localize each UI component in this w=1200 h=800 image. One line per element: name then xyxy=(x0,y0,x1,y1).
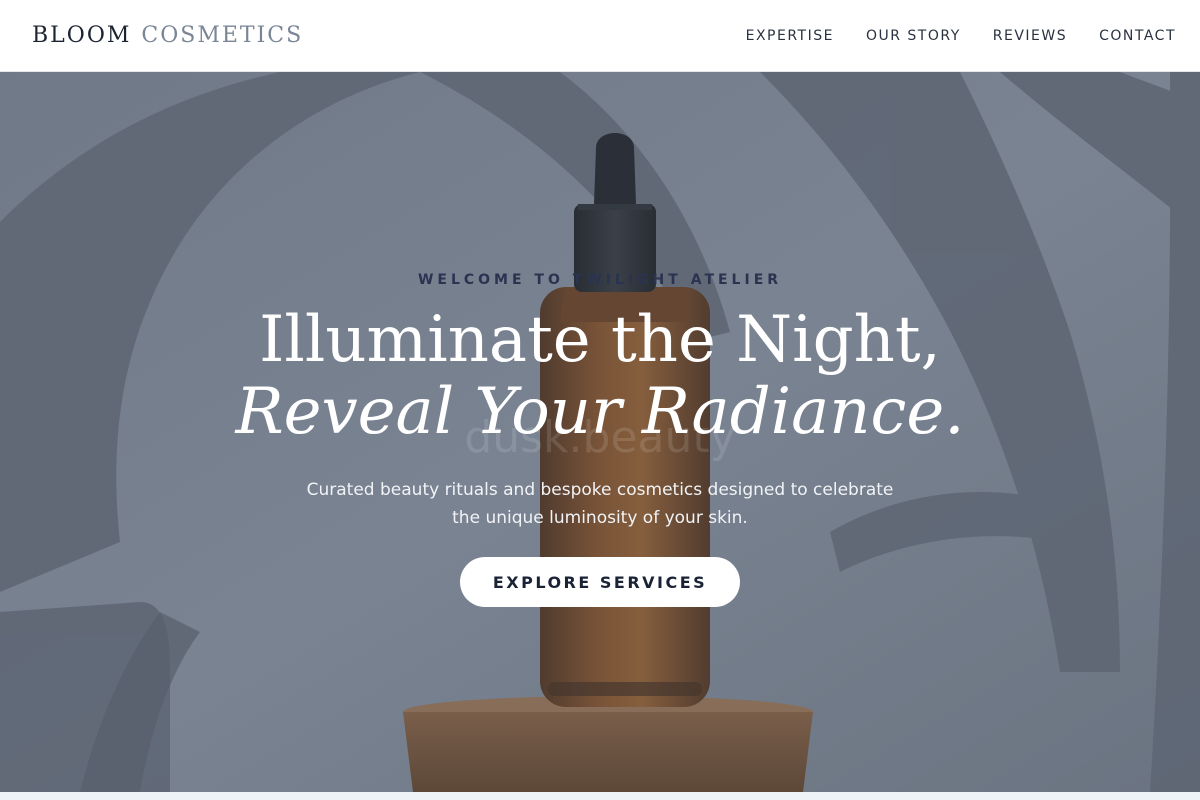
nav-link-reviews[interactable]: REVIEWS xyxy=(993,28,1067,44)
site-header: BLOOM COSMETICS EXPERTISE OUR STORY REVI… xyxy=(0,0,1200,72)
logo-word-primary: BLOOM xyxy=(32,23,132,48)
headline-line-1: Illuminate the Night, xyxy=(259,303,941,377)
nav-link-expertise[interactable]: EXPERTISE xyxy=(746,28,834,44)
explore-services-button[interactable]: EXPLORE SERVICES xyxy=(460,557,740,607)
nav-link-our-story[interactable]: OUR STORY xyxy=(866,28,961,44)
page-bottom-edge xyxy=(0,792,1200,800)
main-nav: EXPERTISE OUR STORY REVIEWS CONTACT xyxy=(746,28,1176,44)
logo-word-secondary: COSMETICS xyxy=(141,23,304,48)
headline-line-2: Reveal Your Radiance. xyxy=(235,375,965,449)
nav-link-contact[interactable]: CONTACT xyxy=(1099,28,1176,44)
hero-content: dusk.beauty WELCOME TO TWILIGHT ATELIER … xyxy=(0,72,1200,792)
hero-subtitle: Curated beauty rituals and bespoke cosme… xyxy=(306,480,894,528)
brand-logo[interactable]: BLOOM COSMETICS xyxy=(32,23,303,48)
hero-section: dusk.beauty WELCOME TO TWILIGHT ATELIER … xyxy=(0,72,1200,792)
hero-headline: Illuminate the Night, Reveal Your Radian… xyxy=(0,304,1200,448)
hero-eyebrow: WELCOME TO TWILIGHT ATELIER xyxy=(417,272,783,288)
